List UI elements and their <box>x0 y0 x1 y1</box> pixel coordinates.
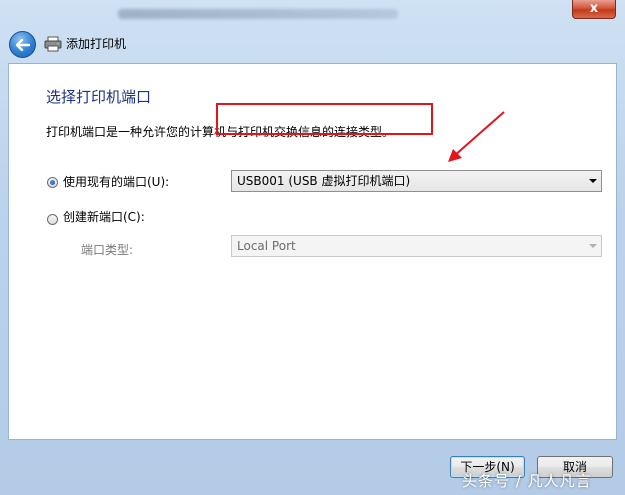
dropdown-arrow-icon <box>589 244 597 248</box>
back-arrow-icon <box>15 38 30 51</box>
existing-port-dropdown[interactable]: USB001 (USB 虚拟打印机端口) <box>231 170 602 192</box>
close-button[interactable]: x <box>572 0 616 19</box>
page-heading: 选择打印机端口 <box>46 88 152 106</box>
printer-icon <box>44 36 62 52</box>
existing-port-radio[interactable] <box>47 177 58 188</box>
existing-port-value: USB001 (USB 虚拟打印机端口) <box>237 174 411 188</box>
new-port-radio[interactable] <box>47 214 58 225</box>
watermark-text: 头条号 / 凡人凡言 <box>462 472 592 490</box>
add-printer-window: { "window": { "close_label": "x" }, "nav… <box>0 0 625 495</box>
existing-port-label[interactable]: 使用现有的端口(U): <box>63 175 169 189</box>
title-bar: x <box>0 0 625 28</box>
blurred-title-text <box>118 9 398 19</box>
dropdown-arrow-icon <box>589 179 597 183</box>
annotation-arrow-icon <box>448 111 505 162</box>
window-title: 添加打印机 <box>66 37 127 51</box>
port-type-value: Local Port <box>237 239 296 253</box>
port-type-dropdown[interactable]: Local Port <box>231 235 602 257</box>
port-type-label: 端口类型: <box>81 243 134 257</box>
back-button[interactable] <box>9 31 36 58</box>
annotation-highlight-box <box>216 103 433 135</box>
navigation-bar: 添加打印机 <box>0 28 625 62</box>
new-port-label[interactable]: 创建新端口(C): <box>63 210 145 224</box>
